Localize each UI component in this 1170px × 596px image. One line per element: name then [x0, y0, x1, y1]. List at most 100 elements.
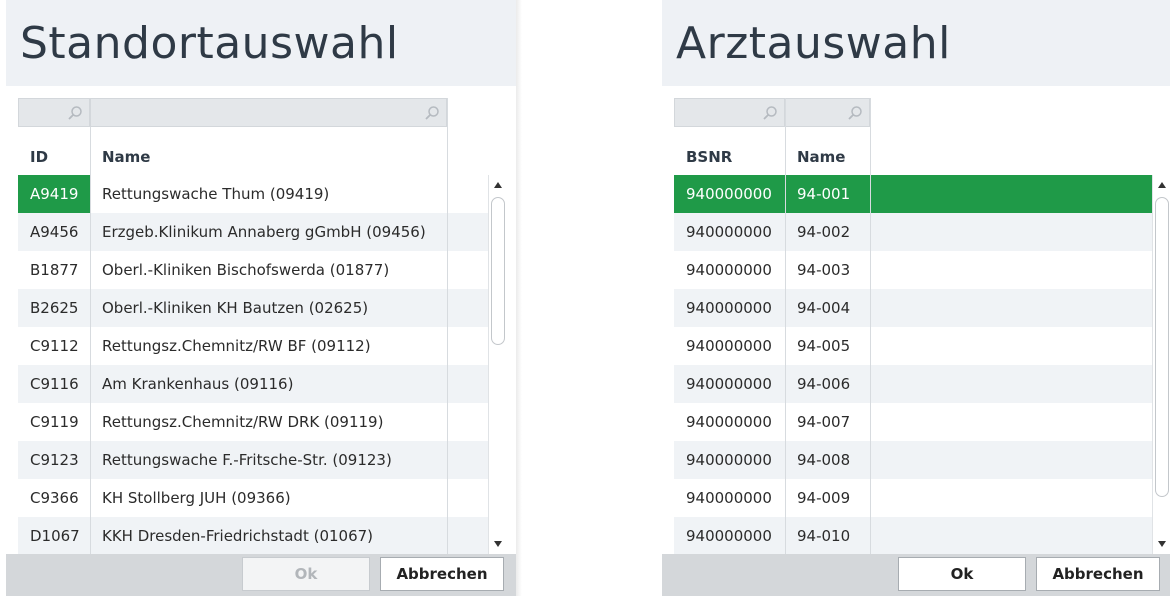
arzt-title: Arztauswahl	[676, 18, 951, 69]
table-row[interactable]: 940000000 94-003	[674, 251, 1152, 289]
table-row[interactable]: A9456 Erzgeb.Klinikum Annaberg gGmbH (094…	[18, 213, 488, 251]
arrow-down-icon	[1158, 541, 1166, 547]
column-header-id[interactable]: ID	[18, 127, 90, 175]
cell-name: 94-003	[797, 261, 851, 279]
cell-id: D1067	[30, 527, 80, 545]
table-row[interactable]: B1877 Oberl.-Kliniken Bischofswerda (0187…	[18, 251, 488, 289]
search-icon	[848, 106, 862, 120]
arzt-list: 940000000 94-001 940000000 94-002 940000000 9…	[674, 175, 1152, 554]
table-row[interactable]: 940000000 94-004	[674, 289, 1152, 327]
column-header-name[interactable]: Name	[90, 127, 447, 175]
cell-bsnr: 940000000	[686, 261, 772, 279]
arrow-down-icon	[494, 541, 502, 547]
arzt-filter-row	[674, 98, 870, 127]
table-row[interactable]: 940000000 94-008	[674, 441, 1152, 479]
table-row[interactable]: 940000000 94-007	[674, 403, 1152, 441]
table-row[interactable]: 940000000 94-006	[674, 365, 1152, 403]
standort-title: Standortauswahl	[20, 18, 399, 69]
arzt-header-row: BSNR Name	[674, 127, 1152, 175]
cell-id: C9119	[30, 413, 79, 431]
cell-name: 94-010	[797, 527, 851, 545]
search-icon	[763, 106, 777, 120]
column-header-bsnr[interactable]: BSNR	[674, 127, 785, 175]
cell-name: Rettungswache F.-Fritsche-Str. (09123)	[102, 451, 392, 469]
standort-dialog: Standortauswahl ID Name A9419 Rettungswac…	[6, 0, 516, 596]
cell-id: C9366	[30, 489, 79, 507]
ok-button[interactable]: Ok	[898, 557, 1026, 591]
search-icon	[425, 106, 439, 120]
cell-bsnr: 940000000	[686, 299, 772, 317]
table-row[interactable]: 940000000 94-010	[674, 517, 1152, 554]
standort-grid: ID Name A9419 Rettungswache Thum (09419) A…	[18, 98, 506, 554]
arrow-up-icon	[1158, 182, 1166, 188]
column-divider	[447, 98, 448, 554]
arzt-dialog: Arztauswahl BSNR Name 940000000 94-001 940…	[662, 0, 1170, 596]
cell-id: B2625	[30, 299, 79, 317]
cell-name: KH Stollberg JUH (09366)	[102, 489, 291, 507]
scroll-thumb[interactable]	[1155, 197, 1169, 497]
cell-id: B1877	[30, 261, 79, 279]
arzt-filter-bsnr[interactable]	[674, 98, 785, 127]
cell-bsnr: 940000000	[686, 375, 772, 393]
arzt-grid: BSNR Name 940000000 94-001 940000000 94-002…	[674, 98, 1170, 554]
cell-name: Oberl.-Kliniken KH Bautzen (02625)	[102, 299, 369, 317]
cell-name: 94-004	[797, 299, 851, 317]
scroll-thumb[interactable]	[491, 197, 505, 345]
standort-filter-id[interactable]	[18, 98, 90, 127]
column-divider	[90, 127, 91, 554]
cell-bsnr: 940000000	[686, 527, 772, 545]
standort-filter-name[interactable]	[90, 98, 447, 127]
scroll-up-button[interactable]	[1153, 175, 1170, 195]
column-divider	[785, 98, 786, 554]
standort-title-bar: Standortauswahl	[6, 0, 516, 86]
table-row[interactable]: 940000000 94-002	[674, 213, 1152, 251]
table-row[interactable]: B2625 Oberl.-Kliniken KH Bautzen (02625)	[18, 289, 488, 327]
cell-name: Rettungswache Thum (09419)	[102, 185, 330, 203]
table-row[interactable]: C9116 Am Krankenhaus (09116)	[18, 365, 488, 403]
cell-name: 94-008	[797, 451, 851, 469]
column-header-name[interactable]: Name	[785, 127, 870, 175]
cancel-button[interactable]: Abbrechen	[1036, 557, 1160, 591]
arzt-title-bar: Arztauswahl	[662, 0, 1170, 86]
table-row[interactable]: 940000000 94-001	[674, 175, 1152, 213]
scroll-up-button[interactable]	[489, 175, 507, 195]
arrow-up-icon	[494, 182, 502, 188]
cell-name: Oberl.-Kliniken Bischofswerda (01877)	[102, 261, 390, 279]
cell-id: C9123	[30, 451, 79, 469]
table-row[interactable]: C9366 KH Stollberg JUH (09366)	[18, 479, 488, 517]
cell-name: Am Krankenhaus (09116)	[102, 375, 294, 393]
table-row[interactable]: C9119 Rettungsz.Chemnitz/RW DRK (09119)	[18, 403, 488, 441]
panel-shadow	[516, 0, 522, 596]
table-row[interactable]: D1067 KKH Dresden-Friedrichstadt (01067)	[18, 517, 488, 554]
table-row[interactable]: 940000000 94-005	[674, 327, 1152, 365]
cell-id: A9456	[30, 223, 79, 241]
cell-bsnr: 940000000	[686, 451, 772, 469]
table-row[interactable]: 940000000 94-009	[674, 479, 1152, 517]
table-row[interactable]: C9123 Rettungswache F.-Fritsche-Str. (091…	[18, 441, 488, 479]
arzt-scrollbar[interactable]	[1152, 175, 1170, 554]
scroll-down-button[interactable]	[489, 534, 507, 554]
cell-id: C9112	[30, 337, 79, 355]
arzt-filter-name[interactable]	[785, 98, 870, 127]
cell-bsnr: 940000000	[686, 489, 772, 507]
cell-bsnr: 940000000	[686, 413, 772, 431]
cell-bsnr: 940000000	[686, 185, 772, 203]
standort-header-row: ID Name	[18, 127, 488, 175]
standort-filter-row	[18, 98, 447, 127]
ok-button[interactable]: Ok	[242, 557, 370, 591]
scroll-down-button[interactable]	[1153, 534, 1170, 554]
standort-list: A9419 Rettungswache Thum (09419) A9456 Erzg…	[18, 175, 488, 554]
column-divider	[870, 98, 871, 554]
cell-name: 94-006	[797, 375, 851, 393]
cell-name: KKH Dresden-Friedrichstadt (01067)	[102, 527, 374, 545]
table-row[interactable]: C9112 Rettungsz.Chemnitz/RW BF (09112)	[18, 327, 488, 365]
cell-bsnr: 940000000	[686, 223, 772, 241]
standort-scrollbar[interactable]	[488, 175, 506, 554]
cell-name: Rettungsz.Chemnitz/RW DRK (09119)	[102, 413, 384, 431]
table-row[interactable]: A9419 Rettungswache Thum (09419)	[18, 175, 488, 213]
cell-name: 94-009	[797, 489, 851, 507]
cell-id: A9419	[18, 175, 90, 213]
cancel-button[interactable]: Abbrechen	[380, 557, 504, 591]
cell-name: 94-007	[797, 413, 851, 431]
cell-name: 94-005	[797, 337, 851, 355]
